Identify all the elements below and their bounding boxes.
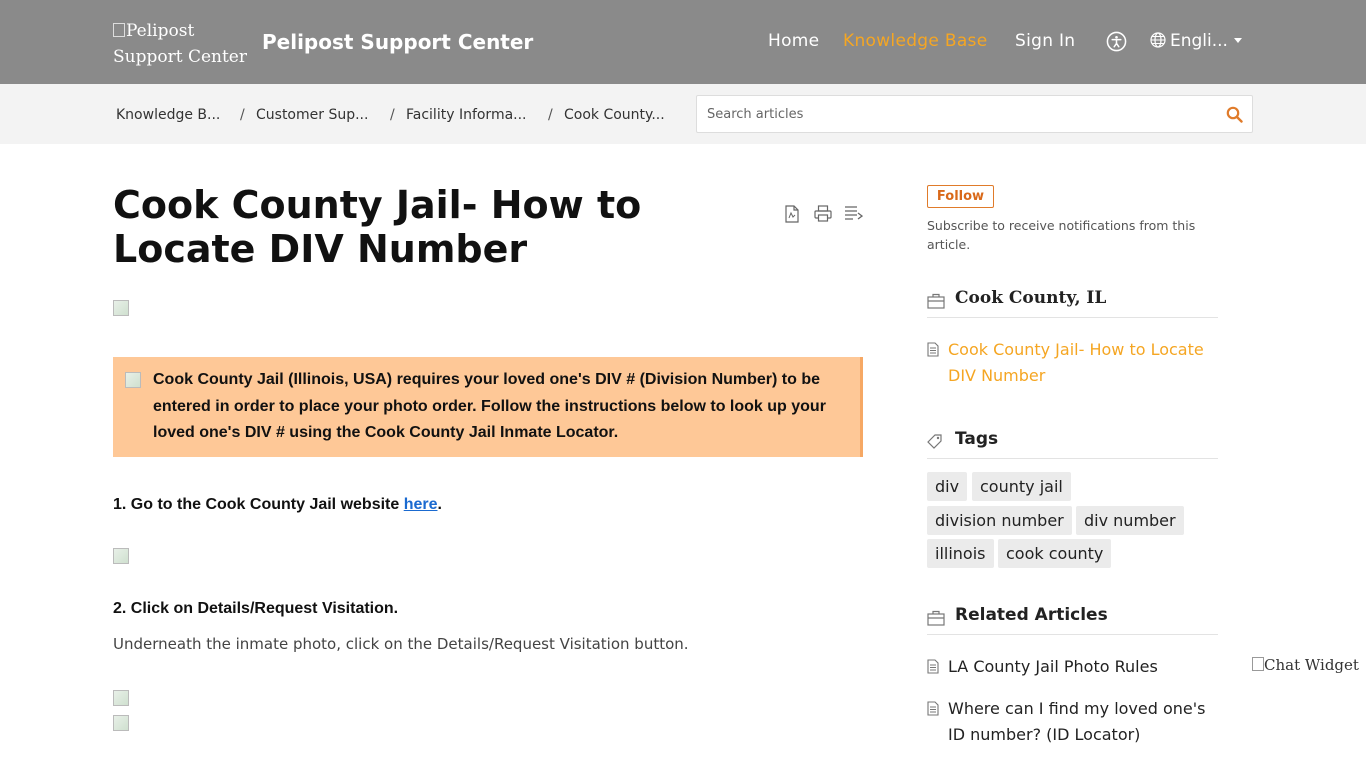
related-article-label: Where can I find my loved one's ID numbe… [948,699,1206,744]
broken-image-icon [1252,657,1264,671]
logo-alt-line1: Pelipost [126,21,195,41]
tags-heading-label: Tags [955,429,999,449]
related-articles-heading: Related Articles [927,605,1218,635]
step-2-description: Underneath the inmate photo, click on th… [113,635,689,653]
breadcrumb-item-facility-information[interactable]: Facility Informa... [406,107,527,123]
site-title[interactable]: Pelipost Support Center [262,30,533,54]
globe-icon [1150,32,1166,48]
tags-heading: Tags [927,429,1218,459]
nav-sign-in[interactable]: Sign In [1015,31,1075,51]
step-2: 2. Click on Details/Request Visitation. [113,600,399,617]
breadcrumb-item-customer-support[interactable]: Customer Sup... [256,107,368,123]
print-icon[interactable] [814,205,832,222]
related-articles-label: Related Articles [955,605,1108,625]
section-heading-label: Cook County, IL [955,288,1107,308]
breadcrumb-separator: / [548,107,553,123]
breadcrumb-separator: / [390,107,395,123]
nav-home[interactable]: Home [768,31,819,51]
tag-illinois[interactable]: illinois [927,539,994,568]
step-1-text: 1. Go to the Cook County Jail website [113,496,404,513]
related-article-label: LA County Jail Photo Rules [948,657,1158,676]
section-article-link[interactable]: Cook County Jail- How to Locate DIV Numb… [927,337,1217,389]
notice-text: Cook County Jail (Illinois, USA) require… [153,371,826,441]
chevron-down-icon [1233,38,1242,43]
briefcase-icon [927,293,945,309]
nav-knowledge-base[interactable]: Knowledge Base [843,31,987,51]
text-size-icon[interactable] [844,205,863,222]
step-2-image-2 [113,715,129,731]
language-selector[interactable]: Engli... [1150,31,1242,51]
breadcrumb-item-cook-county[interactable]: Cook County... [564,107,665,123]
search-box [696,95,1253,133]
tag-div-number[interactable]: div number [1076,506,1184,535]
section-article-label: Cook County Jail- How to Locate DIV Numb… [948,340,1204,385]
cook-county-website-link[interactable]: here [404,496,438,513]
chat-widget-button[interactable]: Chat Widget [1252,656,1359,674]
tag-county-jail[interactable]: county jail [972,472,1071,501]
search-input[interactable] [707,96,1207,132]
chat-widget-label: Chat Widget [1264,656,1359,674]
subscribe-text: Subscribe to receive notifications from … [927,218,1196,252]
document-icon [927,701,939,716]
tag-cook-county[interactable]: cook county [998,539,1112,568]
step-1-suffix: . [437,496,442,513]
logo-alt-line2: Support Center [113,47,247,67]
breadcrumb-separator: / [240,107,245,123]
breadcrumb: Knowledge B... / Customer Sup... / Facil… [0,84,1366,144]
briefcase-icon [927,610,945,626]
accessibility-icon[interactable] [1106,31,1127,52]
breadcrumb-item-knowledge-base[interactable]: Knowledge B... [116,107,220,123]
tag-icon [927,434,942,449]
related-article-link[interactable]: LA County Jail Photo Rules [927,654,1217,680]
broken-image-icon [113,23,125,37]
related-article-link[interactable]: Where can I find my loved one's ID numbe… [927,696,1217,748]
notice-image [125,372,141,388]
step-1: 1. Go to the Cook County Jail website he… [113,496,442,514]
site-logo[interactable]: Pelipost Support Center [113,18,247,70]
page-title: Cook County Jail- How to Locate DIV Numb… [113,183,642,271]
step-2-image [113,690,129,706]
document-icon [927,342,939,357]
tag-div[interactable]: div [927,472,968,501]
document-icon [927,659,939,674]
pdf-icon[interactable] [784,205,800,223]
article-image [113,300,129,316]
notice-callout: Cook County Jail (Illinois, USA) require… [113,357,863,457]
tag-division-number[interactable]: division number [927,506,1072,535]
search-icon[interactable] [1226,106,1243,123]
language-label: Engli... [1170,31,1228,51]
follow-button[interactable]: Follow [927,185,994,208]
step-1-image [113,548,129,564]
section-heading: Cook County, IL [927,288,1218,318]
top-header: Pelipost Support Center Pelipost Support… [0,0,1366,84]
